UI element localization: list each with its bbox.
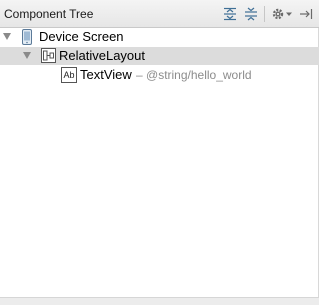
tree-node-label: Device Screen xyxy=(39,29,124,44)
tree-node-label: TextView xyxy=(80,67,132,82)
gear-icon xyxy=(272,8,283,20)
relative-layout-icon xyxy=(41,48,56,63)
collapse-all-icon xyxy=(245,7,257,21)
panel-title: Component Tree xyxy=(4,7,94,21)
expand-arrow-icon[interactable] xyxy=(23,52,31,59)
hide-panel-icon xyxy=(300,9,313,19)
hide-panel-button[interactable] xyxy=(297,5,315,23)
tree-node-textview[interactable]: Ab TextView – @string/hello_world xyxy=(0,66,319,84)
expand-all-button[interactable] xyxy=(221,5,239,23)
textview-icon: Ab xyxy=(61,67,77,83)
collapse-all-button[interactable] xyxy=(242,5,260,23)
toolbar-separator xyxy=(264,6,265,22)
chevron-down-icon xyxy=(285,12,292,16)
expand-all-icon xyxy=(224,7,236,21)
tree-node-label: RelativeLayout xyxy=(59,48,145,63)
tree-node-hint: – @string/hello_world xyxy=(136,68,252,82)
tree-node-relative-layout[interactable]: RelativeLayout xyxy=(0,47,319,65)
panel-header: Component Tree xyxy=(0,0,319,28)
component-tree-panel: Component Tree Device Screen RelativeLay… xyxy=(0,0,319,305)
device-icon xyxy=(22,29,32,45)
panel-bottom-bar xyxy=(0,297,319,305)
tree-node-device-screen[interactable]: Device Screen xyxy=(0,28,319,46)
settings-button[interactable] xyxy=(269,5,293,23)
expand-arrow-icon[interactable] xyxy=(3,33,11,40)
